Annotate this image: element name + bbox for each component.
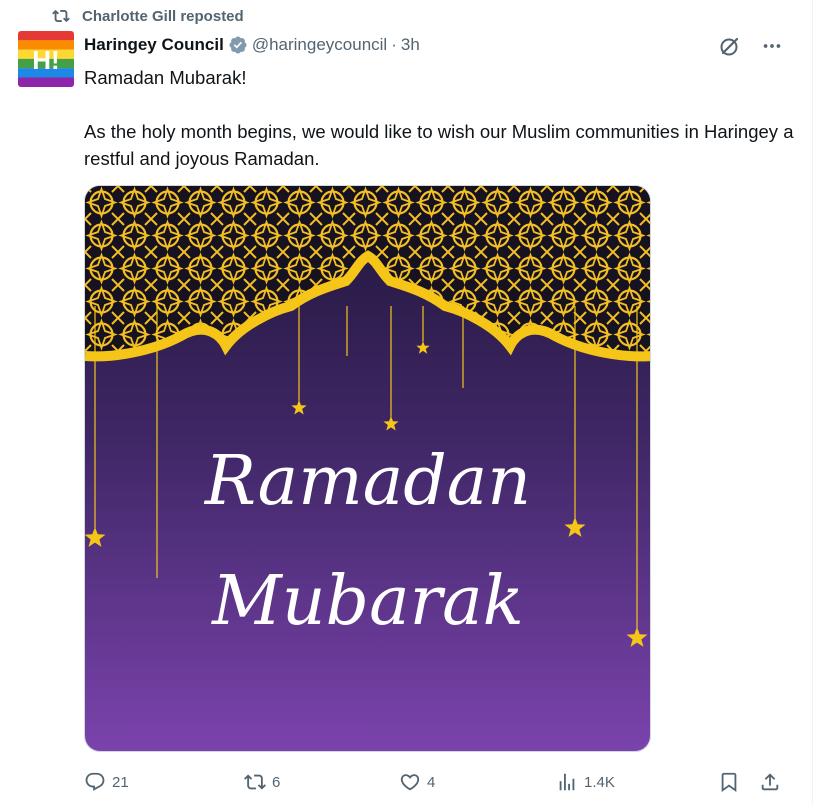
tweet-top-actions [717, 33, 785, 59]
reply-button[interactable]: 21 [84, 768, 129, 796]
share-icon [761, 773, 779, 791]
separator: · [391, 35, 397, 54]
author-handle[interactable]: @haringeycouncil [252, 35, 387, 55]
author-name[interactable]: Haringey Council [84, 35, 224, 55]
more-options-icon[interactable] [759, 33, 785, 59]
tweet-image[interactable]: Ramadan Mubarak [84, 185, 651, 752]
repost-count: 6 [272, 773, 281, 791]
repost-icon [52, 9, 70, 23]
verified-badge-icon[interactable] [228, 35, 248, 55]
views-chart-icon [559, 773, 575, 791]
image-line-1: Ramadan [203, 442, 531, 521]
tweet-text: Ramadan Mubarak! As the holy month begin… [84, 64, 794, 172]
views-button[interactable]: 1.4K [556, 768, 615, 796]
haringey-logo: H! [18, 31, 74, 87]
like-button[interactable]: 4 [399, 768, 435, 796]
repost-icon [244, 774, 266, 790]
like-count: 4 [427, 773, 436, 791]
ramadan-mubarak-image: Ramadan Mubarak [85, 186, 650, 751]
reply-count: 21 [112, 773, 129, 791]
repost-indicator[interactable]: Charlotte Gill reposted [52, 6, 244, 26]
tweet-header: Haringey Council @haringeycouncil · 3h [84, 33, 420, 57]
bookmark-icon [721, 772, 737, 793]
repost-button[interactable]: 6 [244, 768, 280, 796]
svg-text:H!: H! [32, 45, 59, 75]
tweet-line-1: Ramadan Mubarak! [84, 67, 247, 88]
tweet-line-2: As the holy month begins, we would like … [84, 121, 794, 169]
timestamp[interactable]: 3h [401, 35, 420, 55]
heart-icon [400, 774, 420, 791]
repost-text: Charlotte Gill reposted [82, 7, 244, 25]
share-button[interactable] [759, 768, 787, 796]
bookmark-button[interactable] [718, 768, 746, 796]
grok-icon[interactable] [717, 33, 743, 59]
tweet-actions: 21 6 4 1.4K [84, 768, 784, 796]
image-line-2: Mubarak [210, 562, 524, 641]
view-count: 1.4K [584, 773, 615, 791]
reply-icon [85, 772, 105, 791]
avatar[interactable]: H! [18, 31, 74, 87]
